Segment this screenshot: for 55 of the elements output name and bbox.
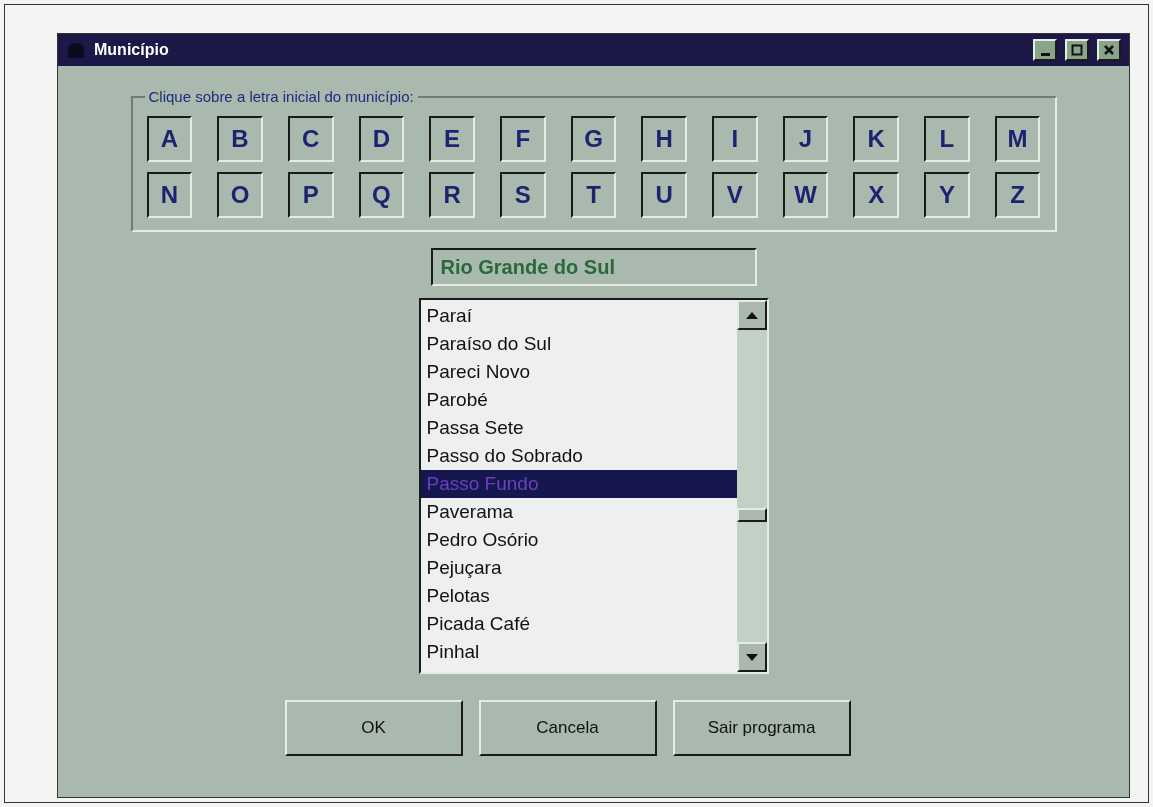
list-item[interactable]: Pareci Novo [420, 358, 737, 386]
letter-button[interactable]: M [994, 116, 1041, 162]
dialog-button[interactable]: OK [284, 700, 463, 756]
letter-button[interactable]: T [570, 172, 617, 218]
list-item[interactable]: Pelotas [420, 582, 737, 610]
minimize-icon [1040, 52, 1050, 56]
letter-button[interactable]: A [146, 116, 193, 162]
letter-button[interactable]: S [499, 172, 546, 218]
letter-button[interactable]: C [287, 116, 334, 162]
letter-button[interactable]: J [782, 116, 829, 162]
letter-button[interactable]: U [641, 172, 687, 218]
letter-button[interactable]: Y [924, 172, 970, 218]
maximize-icon [1071, 44, 1083, 56]
letter-button[interactable]: F [499, 116, 546, 162]
close-icon [1103, 44, 1115, 56]
letter-button[interactable]: G [570, 116, 617, 162]
letter-button[interactable]: Q [358, 172, 405, 218]
letter-button[interactable]: H [641, 116, 687, 162]
list-item[interactable]: Paraí [420, 302, 737, 330]
dialog-button[interactable]: Cancela [478, 700, 657, 756]
letter-button[interactable]: X [853, 172, 900, 218]
dialog-button[interactable]: Sair programa [672, 700, 851, 756]
list-item[interactable]: Pejuçara [420, 554, 737, 582]
window-title: Município [94, 40, 170, 60]
list-item[interactable]: Pedro Osório [420, 526, 737, 554]
list-item[interactable]: Paraíso do Sul [420, 330, 737, 358]
scroll-down-button[interactable] [736, 642, 767, 672]
letter-button[interactable]: E [429, 116, 475, 162]
up-arrow-icon [745, 311, 758, 319]
minimize-button[interactable] [1033, 39, 1057, 61]
letter-button[interactable]: W [782, 172, 829, 218]
letter-button[interactable]: D [358, 116, 405, 162]
app-icon [66, 40, 86, 60]
letter-button[interactable]: O [217, 172, 263, 218]
letter-button[interactable]: K [853, 116, 900, 162]
letter-button[interactable]: N [146, 172, 193, 218]
letter-button[interactable]: P [287, 172, 334, 218]
list-item[interactable]: Pinhal [420, 638, 737, 666]
letter-button[interactable]: B [217, 116, 263, 162]
scrollbar[interactable] [736, 300, 767, 672]
letter-button[interactable]: Z [994, 172, 1041, 218]
list-item[interactable]: Picada Café [420, 610, 737, 638]
list-item[interactable]: Parobé [420, 386, 737, 414]
letter-button[interactable]: V [712, 172, 758, 218]
down-arrow-icon [745, 653, 758, 661]
scroll-thumb[interactable] [736, 508, 767, 522]
letter-button[interactable]: I [712, 116, 758, 162]
maximize-button[interactable] [1065, 39, 1089, 61]
close-button[interactable] [1097, 39, 1121, 61]
letter-button[interactable]: R [429, 172, 475, 218]
list-item[interactable]: Passa Sete [420, 414, 737, 442]
scroll-up-button[interactable] [736, 300, 767, 330]
list-item[interactable]: Passo do Sobrado [420, 442, 737, 470]
list-item[interactable]: Paverama [420, 498, 737, 526]
letter-button[interactable]: L [924, 116, 970, 162]
